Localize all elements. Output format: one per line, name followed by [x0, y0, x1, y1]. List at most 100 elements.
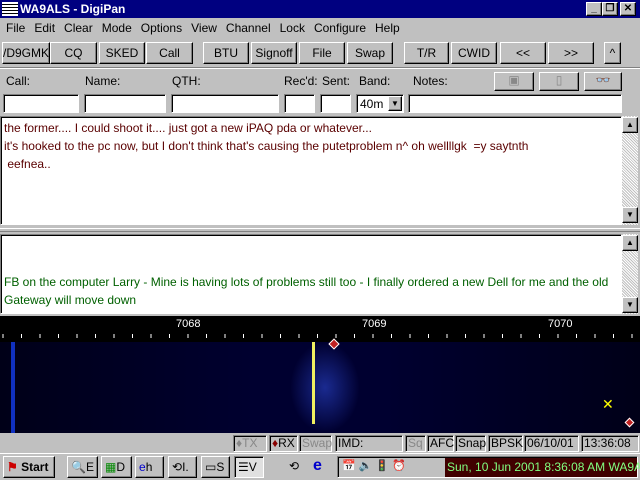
taskbar-item-label: S [216, 460, 225, 474]
ie-icon[interactable]: e [310, 456, 330, 478]
taskbar-item-label: I. [182, 460, 189, 474]
tuning-cursor[interactable] [312, 342, 315, 424]
taskbar-item-i[interactable]: ⟲I. [168, 456, 197, 478]
name-label: Name: [85, 74, 121, 88]
app-icon [2, 2, 18, 16]
cq-button[interactable]: CQ [50, 42, 97, 64]
marker-diamond-icon [624, 417, 635, 428]
notes-field[interactable] [408, 94, 622, 113]
splitter[interactable] [0, 228, 640, 232]
tray-icons[interactable]: 📅🔈🚦⏰ [342, 459, 409, 472]
receive-text-area[interactable]: the former.... I could shoot it.... just… [0, 116, 622, 225]
ie-icon: e [139, 460, 146, 474]
afc-status[interactable]: AFC [427, 435, 454, 452]
taskbar-clock[interactable]: Sun, 10 Jun 2001 8:36:08 AM WA9ALS [445, 458, 640, 477]
scroll-down-icon[interactable]: ▼ [622, 297, 638, 313]
tr-button[interactable]: T/R [404, 42, 449, 64]
macro-callsign-button[interactable]: /D9GMK [2, 42, 50, 64]
digipan-icon: ☰ [238, 460, 249, 474]
signoff-button[interactable]: Signoff [251, 42, 297, 64]
cwid-button[interactable]: CWID [451, 42, 497, 64]
call-field[interactable] [3, 94, 79, 113]
mode-status[interactable]: BPSK [488, 435, 523, 452]
btu-button[interactable]: BTU [203, 42, 249, 64]
start-label: Start [21, 460, 49, 474]
squelch-status[interactable]: Sq [405, 435, 426, 452]
app-icon: ⟲ [172, 460, 183, 474]
band-select[interactable]: 40m ▼ [356, 94, 404, 113]
quicklaunch-icon[interactable]: ⟲ [286, 456, 304, 478]
menu-edit[interactable]: Edit [34, 21, 55, 35]
transmit-text-area[interactable]: FB on the computer Larry - Mine is havin… [0, 234, 622, 314]
new-log-button[interactable]: ▯ [539, 72, 579, 91]
app-icon: ▦ [105, 460, 117, 474]
close-button[interactable]: ✕ [620, 2, 636, 16]
swap-button[interactable]: Swap [347, 42, 393, 64]
chevron-down-icon[interactable]: ▼ [388, 96, 402, 111]
imd-status: IMD: [335, 435, 403, 452]
scroll-up-icon[interactable]: ▲ [622, 235, 638, 251]
qth-label: QTH: [172, 74, 201, 88]
snap-status[interactable]: Snap [455, 435, 486, 452]
swap-status[interactable]: Swap [299, 435, 332, 452]
menu-view[interactable]: View [191, 21, 217, 35]
maximize-button[interactable]: ❐ [602, 2, 618, 16]
menu-channel[interactable]: Channel [226, 21, 271, 35]
magnifier-icon: 🔍 [71, 460, 86, 474]
band-label: Band: [359, 74, 391, 88]
rx-indicator[interactable]: ♦RX [269, 435, 298, 452]
glasses-icon: 👓 [595, 73, 611, 87]
menu-help[interactable]: Help [375, 21, 400, 35]
start-button[interactable]: ⚑ Start [3, 456, 55, 478]
find-log-button[interactable]: 👓 [584, 72, 622, 91]
notes-label: Notes: [413, 74, 448, 88]
taskbar-item-label: V [248, 460, 257, 474]
taskbar-item-digipan[interactable]: ☰V [234, 456, 264, 478]
menu-configure[interactable]: Configure [314, 21, 366, 35]
title-bar: WA9ALS - DigiPan [0, 0, 640, 18]
next-button[interactable]: >> [548, 42, 594, 64]
taskbar-item-d[interactable]: ▦D [101, 456, 132, 478]
name-field[interactable] [84, 94, 166, 113]
recd-label: Rec'd: [284, 74, 318, 88]
floppy-icon: ▣ [508, 73, 520, 87]
waterfall[interactable]: 7068 7069 7070 ✕ [0, 316, 640, 433]
frequency-scale [0, 316, 640, 342]
sked-button[interactable]: SKED [99, 42, 145, 64]
minimize-button[interactable]: _ [586, 2, 602, 16]
taskbar-item-label: E [85, 460, 94, 474]
call-button[interactable]: Call [146, 42, 193, 64]
menu-options[interactable]: Options [141, 21, 182, 35]
freq-label-7070: 7070 [548, 318, 573, 330]
file-button[interactable]: File [299, 42, 345, 64]
menu-lock[interactable]: Lock [280, 21, 305, 35]
signal-trace [11, 342, 15, 433]
collapse-button[interactable]: ^ [604, 42, 621, 64]
recd-field[interactable] [284, 94, 315, 113]
taskbar-item-explorer[interactable]: 🔍E [67, 456, 98, 478]
taskbar-item-browser[interactable]: eh [135, 456, 164, 478]
menu-mode[interactable]: Mode [102, 21, 132, 35]
rx-label: RX [278, 436, 295, 450]
windows-logo-icon: ⚑ [7, 460, 18, 474]
menu-clear[interactable]: Clear [64, 21, 93, 35]
menu-file[interactable]: File [6, 21, 25, 35]
scroll-up-icon[interactable]: ▲ [622, 117, 638, 133]
system-tray: 📅🔈🚦⏰ Sun, 10 Jun 2001 8:36:08 AM WA9ALS [337, 456, 640, 478]
window-title: WA9ALS - DigiPan [20, 2, 126, 16]
time-status: 13:36:08 z [581, 435, 639, 465]
save-log-button[interactable]: ▣ [494, 72, 534, 91]
taskbar-item-label: h [145, 460, 153, 474]
taskbar-item-s[interactable]: ▭S [201, 456, 230, 478]
tx-indicator[interactable]: ♦TX [233, 435, 267, 452]
call-label: Call: [6, 74, 31, 88]
freq-label-7069: 7069 [362, 318, 387, 330]
afc-indicator-icon: ✕ [602, 396, 614, 412]
band-value: 40m [360, 97, 384, 111]
prev-button[interactable]: << [500, 42, 546, 64]
scroll-down-icon[interactable]: ▼ [622, 207, 638, 223]
signal-trace [290, 342, 360, 433]
sent-field[interactable] [320, 94, 351, 113]
qth-field[interactable] [171, 94, 279, 113]
divider [0, 67, 640, 69]
